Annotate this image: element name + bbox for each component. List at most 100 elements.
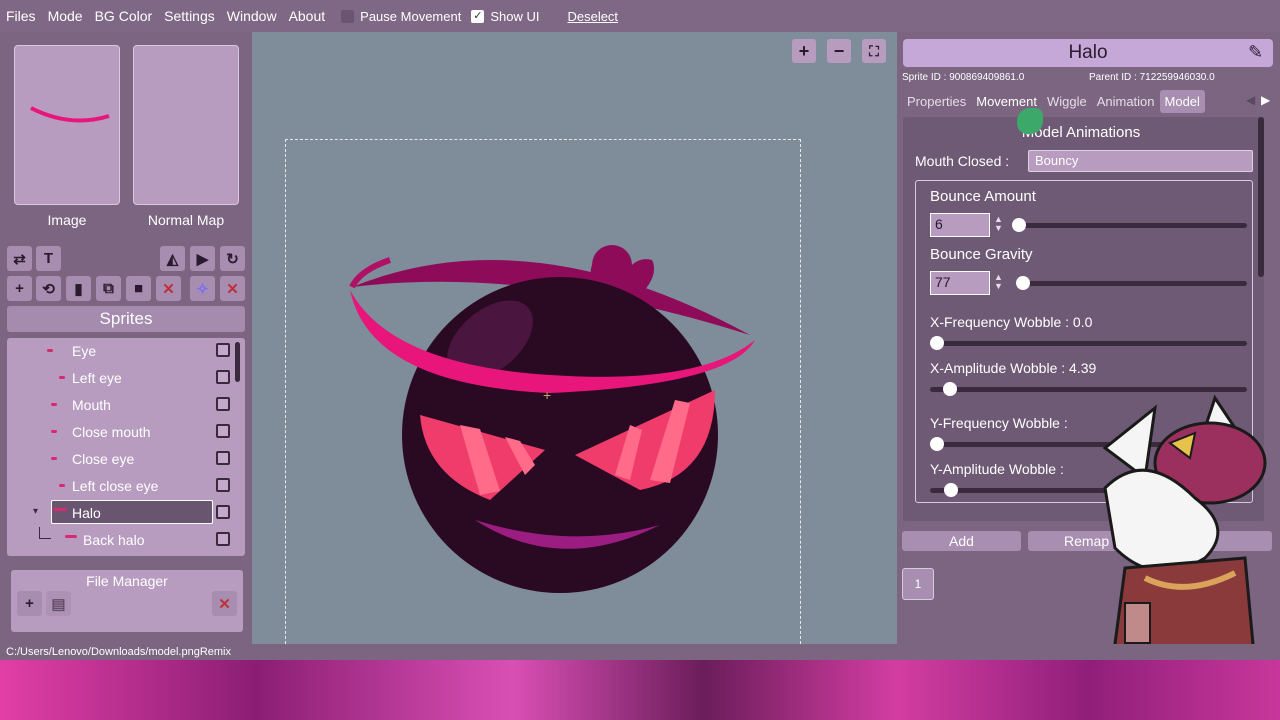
status-bar: C:/Users/Lenovo/Downloads/model.pngRemix (0, 644, 1280, 660)
sprite-thumb-icon (65, 535, 77, 538)
x-amplitude-knob[interactable] (943, 382, 957, 396)
sprite-row-close-eye[interactable]: Close eye (7, 446, 245, 473)
sprite-row-mouth[interactable]: Mouth (7, 392, 245, 419)
play-icon[interactable]: ▶ (190, 246, 215, 271)
add-file-icon[interactable]: + (17, 591, 42, 616)
sprite-name: Close eye (72, 451, 135, 467)
sprite-name: Mouth (72, 397, 111, 413)
sprite-thumb-icon (53, 508, 67, 511)
y-frequency-label: Y-Frequency Wobble : (930, 415, 1068, 431)
section-title: Model Animations (1021, 124, 1141, 141)
zoom-out-icon[interactable]: − (827, 39, 851, 63)
scroll-thumb[interactable] (1258, 117, 1264, 277)
image-preview[interactable] (14, 45, 120, 205)
duplicate-icon[interactable]: ⧉ (96, 276, 121, 301)
y-amplitude-knob[interactable] (944, 483, 958, 497)
sprite-row-left-close-eye[interactable]: Left close eye (7, 473, 245, 500)
halo-thumbnail-icon (30, 106, 110, 123)
visibility-icon[interactable] (216, 505, 230, 519)
rotate-icon[interactable]: ↻ (220, 246, 245, 271)
visibility-icon[interactable] (216, 532, 230, 546)
character-sprite[interactable] (330, 225, 770, 605)
sprite-title[interactable]: Halo (903, 39, 1273, 67)
parent-id: Parent ID : 712259946030.0 (1089, 72, 1215, 83)
background-strip (0, 660, 1280, 720)
menu-mode[interactable]: Mode (42, 8, 89, 24)
add-icon[interactable]: + (7, 276, 32, 301)
menu-bar: Files Mode BG Color Settings Window Abou… (0, 0, 1280, 32)
zoom-in-icon[interactable]: + (792, 39, 816, 63)
tab-model[interactable]: Model (1159, 90, 1205, 113)
x-frequency-track[interactable] (930, 341, 1247, 346)
close-icon[interactable]: ✕ (220, 276, 245, 301)
sprite-row-back-halo[interactable]: Back halo (7, 527, 245, 554)
text-icon[interactable]: T (36, 246, 61, 271)
visibility-icon[interactable] (216, 343, 230, 357)
tab-properties[interactable]: Properties (902, 90, 971, 113)
sprite-row-close-mouth[interactable]: Close mouth (7, 419, 245, 446)
bounce-amount-track[interactable] (1019, 223, 1247, 228)
tab-wiggle[interactable]: Wiggle (1042, 90, 1092, 113)
tab-animation[interactable]: Animation (1092, 90, 1160, 113)
bounce-gravity-input[interactable]: 77 (930, 271, 990, 295)
bounce-amount-label: Bounce Amount (930, 188, 1036, 205)
trash-icon[interactable]: ■ (126, 276, 151, 301)
visibility-icon[interactable] (216, 451, 230, 465)
deselect-button[interactable]: Deselect (567, 9, 618, 24)
visibility-icon[interactable] (216, 478, 230, 492)
collapse-icon[interactable]: ▾ (33, 506, 38, 517)
mouth-closed-label: Mouth Closed : (915, 153, 1010, 169)
sprite-title-text: Halo (1068, 42, 1108, 63)
sprite-row-left-eye[interactable]: Left eye (7, 365, 245, 392)
sprite-row-eye[interactable]: Eye (7, 338, 245, 365)
y-frequency-knob[interactable] (930, 437, 944, 451)
sprite-thumb-icon (47, 349, 53, 352)
show-ui-checkbox[interactable]: ✓ Show UI (471, 9, 539, 24)
x-frequency-label: X-Frequency Wobble : 0.0 (930, 314, 1093, 330)
add-button[interactable]: Add (902, 531, 1021, 551)
spinner-icon[interactable]: ▲ ▼ (994, 273, 1003, 291)
save-icon[interactable]: ▮ (66, 276, 91, 301)
pause-movement-label: Pause Movement (360, 8, 462, 24)
x-frequency-knob[interactable] (930, 336, 944, 350)
sprite-name: Eye (72, 343, 97, 359)
menu-files[interactable]: Files (0, 8, 42, 24)
remove-file-icon[interactable]: ✕ (212, 591, 237, 616)
bounce-gravity-track[interactable] (1019, 281, 1247, 286)
sprite-id: Sprite ID : 900869409861.0 (902, 72, 1025, 83)
image-label: Image (47, 212, 87, 228)
bounce-gravity-knob[interactable] (1016, 276, 1030, 290)
delete-icon[interactable]: ✕ (156, 276, 181, 301)
menu-about[interactable]: About (283, 8, 332, 24)
tab-right-arrow-icon[interactable]: ▶ (1261, 93, 1270, 107)
spinner-icon[interactable]: ▲ ▼ (994, 215, 1003, 233)
sprite-thumb-icon (51, 430, 57, 433)
link-icon[interactable]: ⇄ (7, 246, 32, 271)
normal-map-preview[interactable] (133, 45, 239, 205)
properties-tabs: Properties Movement Wiggle Animation Mod… (902, 90, 1205, 113)
file-manager-title: File Manager (86, 573, 168, 589)
swap-icon[interactable]: ⟲ (36, 276, 61, 301)
tab-left-arrow-icon[interactable]: ◀ (1246, 93, 1255, 107)
menu-bg-color[interactable]: BG Color (89, 8, 159, 24)
sprite-row-halo[interactable]: ▾ Halo (7, 500, 245, 527)
tree-scrollbar[interactable] (235, 342, 240, 382)
pivot-crosshair-icon[interactable]: + (543, 387, 551, 403)
bounce-amount-knob[interactable] (1012, 218, 1026, 232)
bounce-amount-input[interactable]: 6 (930, 213, 990, 237)
pencil-icon[interactable]: ✎ (1248, 42, 1263, 63)
visibility-icon[interactable] (216, 370, 230, 384)
sprite-name: Back halo (83, 532, 145, 548)
fit-view-icon[interactable]: ⛶ (862, 39, 886, 63)
checkbox-icon (341, 9, 355, 23)
visibility-icon[interactable] (216, 424, 230, 438)
menu-window[interactable]: Window (221, 8, 283, 24)
folder-icon[interactable]: ▤ (46, 591, 71, 616)
pause-movement-checkbox[interactable]: Pause Movement (341, 9, 461, 24)
mouth-closed-select[interactable]: Bouncy (1028, 150, 1253, 172)
menu-settings[interactable]: Settings (158, 8, 221, 24)
flip-vertical-icon[interactable]: ◭ (160, 246, 185, 271)
sparkle-icon[interactable]: ✧ (190, 276, 215, 301)
visibility-icon[interactable] (216, 397, 230, 411)
page-button[interactable]: 1 (902, 568, 934, 600)
